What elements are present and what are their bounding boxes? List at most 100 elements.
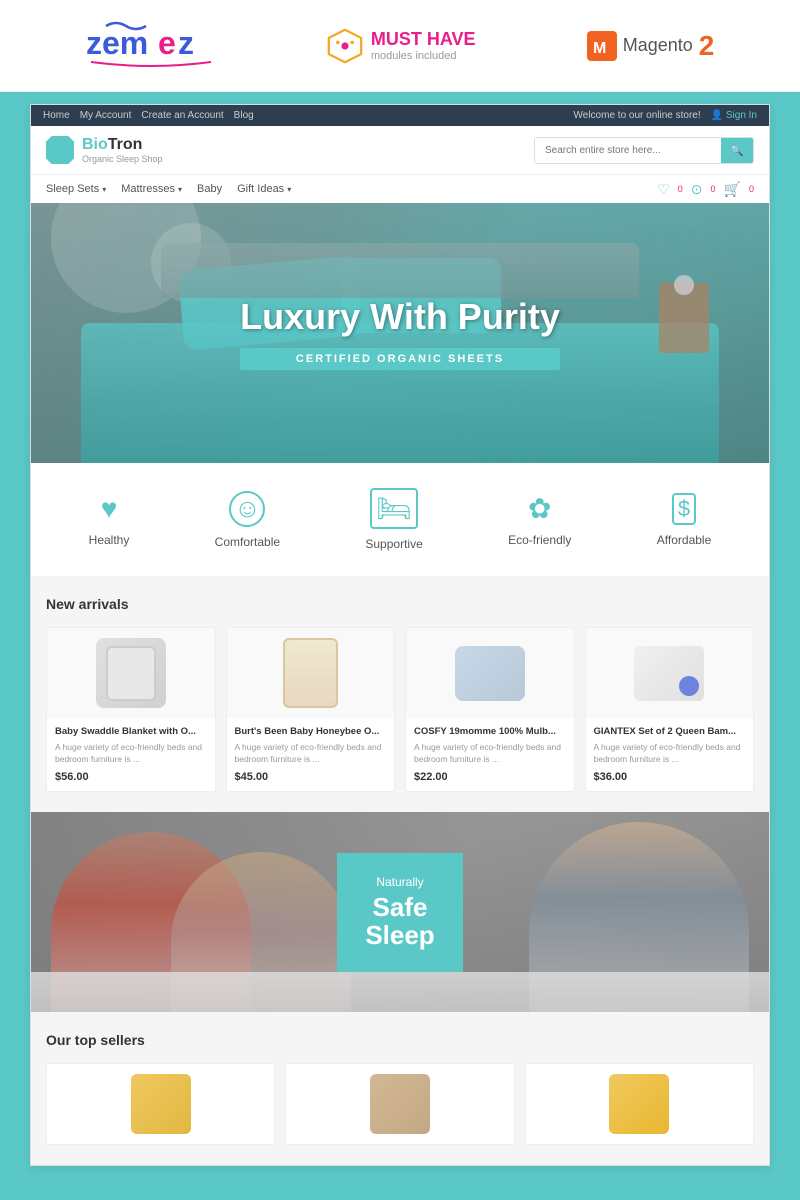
product-img-2	[227, 628, 395, 718]
mattress-surface	[31, 972, 769, 1012]
product-price-1: $56.00	[55, 771, 207, 783]
feature-supportive: 🛏 Supportive	[365, 488, 422, 551]
feature-eco-label: Eco-friendly	[508, 533, 571, 547]
new-arrivals-title: New arrivals	[46, 596, 754, 612]
product-img-placeholder-1	[96, 638, 166, 708]
product-price-4: $36.00	[594, 771, 746, 783]
zemes-logo: zem e z	[86, 18, 216, 73]
hero-content: Luxury With Purity CERTIFIED ORGANIC SHE…	[240, 296, 560, 370]
user-icon: 👤	[711, 110, 723, 121]
magento-icon: M	[587, 31, 617, 61]
nav-home[interactable]: Home	[43, 110, 70, 121]
nav-my-account[interactable]: My Account	[80, 110, 132, 121]
hero-subtitle: CERTIFIED ORGANIC SHEETS	[240, 348, 560, 370]
wishlist-icon[interactable]: ♡	[657, 181, 670, 198]
nav-baby[interactable]: Baby	[197, 175, 222, 203]
compare-icon[interactable]: ⊙	[691, 181, 703, 198]
cart-icon[interactable]: 🛒	[724, 181, 741, 198]
new-arrivals-section: New arrivals Baby Swaddle Blanket with O…	[31, 576, 769, 812]
seller-card-1	[46, 1063, 275, 1145]
seller-img-1	[47, 1064, 274, 1144]
safe-sleep-title: Safe Sleep	[365, 893, 434, 950]
feature-healthy: ♥ Healthy	[89, 493, 130, 547]
chevron-down-icon: ▾	[102, 185, 106, 194]
feature-comfortable-label: Comfortable	[215, 535, 280, 549]
seller-img-placeholder-3	[609, 1074, 669, 1134]
healthy-icon: ♥	[101, 493, 118, 525]
product-desc-2: A huge variety of eco-friendly beds and …	[235, 742, 387, 766]
main-nav: Sleep Sets ▾ Mattresses ▾ Baby Gift Idea…	[31, 174, 769, 203]
feature-affordable: $ Affordable	[657, 493, 712, 547]
product-img-placeholder-4	[634, 646, 704, 701]
must-label: MUST HAVE	[371, 29, 476, 49]
supportive-icon: 🛏	[370, 488, 418, 529]
nav-create-account[interactable]: Create an Account	[141, 110, 223, 121]
product-img-placeholder-3	[455, 646, 525, 701]
top-sellers-grid	[46, 1063, 754, 1145]
seller-img-2	[286, 1064, 513, 1144]
seller-card-2	[285, 1063, 514, 1145]
site-header: BioTron Organic Sleep Shop 🔍	[31, 126, 769, 174]
sign-in-link[interactable]: 👤 Sign In	[711, 110, 757, 121]
feature-supportive-label: Supportive	[365, 537, 422, 551]
svg-text:e: e	[158, 25, 176, 61]
nav-blog[interactable]: Blog	[234, 110, 254, 121]
feature-comfortable: ☺ Comfortable	[215, 491, 280, 549]
naturally-text: Naturally	[365, 875, 434, 889]
chevron-down-icon: ▾	[287, 185, 291, 194]
product-name-2: Burt's Been Baby Honeybee O...	[235, 726, 387, 738]
product-card-2: Burt's Been Baby Honeybee O... A huge va…	[226, 627, 396, 792]
product-name-4: GIANTEX Set of 2 Queen Bam...	[594, 726, 746, 738]
search-bar: 🔍	[534, 137, 754, 164]
hero-title: Luxury With Purity	[240, 296, 560, 338]
seller-card-3	[525, 1063, 754, 1145]
nav-mattresses[interactable]: Mattresses ▾	[121, 175, 182, 203]
feature-affordable-label: Affordable	[657, 533, 712, 547]
products-grid: Baby Swaddle Blanket with O... A huge va…	[46, 627, 754, 792]
search-input[interactable]	[535, 139, 721, 162]
product-desc-1: A huge variety of eco-friendly beds and …	[55, 742, 207, 766]
hero-section: Luxury With Purity CERTIFIED ORGANIC SHE…	[31, 203, 769, 463]
nav-sleep-sets[interactable]: Sleep Sets ▾	[46, 175, 106, 203]
must-have-logo: MUST HAVE modules included	[327, 28, 476, 64]
product-img-4	[586, 628, 754, 718]
chevron-down-icon: ▾	[178, 185, 182, 194]
logo-tron: Tron	[108, 136, 143, 153]
magento-logo: M Magento 2	[587, 30, 715, 62]
headboard	[161, 243, 639, 298]
product-price-2: $45.00	[235, 771, 387, 783]
safe-sleep-box: Naturally Safe Sleep	[337, 853, 462, 972]
top-nav-links: Home My Account Create an Account Blog	[43, 110, 254, 121]
site-logo: BioTron Organic Sleep Shop	[46, 136, 163, 164]
product-name-1: Baby Swaddle Blanket with O...	[55, 726, 207, 738]
product-desc-3: A huge variety of eco-friendly beds and …	[414, 742, 566, 766]
feature-healthy-label: Healthy	[89, 533, 130, 547]
product-img-1	[47, 628, 215, 718]
eco-friendly-icon: ✿	[528, 492, 551, 525]
top-sellers-title: Our top sellers	[46, 1032, 754, 1048]
product-name-3: COSFY 19momme 100% Mulb...	[414, 726, 566, 738]
magento-text: Magento	[623, 35, 693, 56]
safe-sleep-banner: Naturally Safe Sleep	[31, 812, 769, 1012]
product-desc-4: A huge variety of eco-friendly beds and …	[594, 742, 746, 766]
feature-eco-friendly: ✿ Eco-friendly	[508, 492, 571, 547]
svg-text:z: z	[178, 25, 194, 61]
must-have-icon	[327, 28, 363, 64]
product-card-3: COSFY 19momme 100% Mulb... A huge variet…	[405, 627, 575, 792]
svg-text:zem: zem	[86, 25, 148, 61]
clock	[674, 275, 694, 295]
branding-bar: zem e z MUST HAVE modules included M M	[0, 0, 800, 92]
comfortable-icon: ☺	[229, 491, 265, 527]
seller-img-placeholder-1	[131, 1074, 191, 1134]
product-img-3	[406, 628, 574, 718]
seller-img-placeholder-2	[370, 1074, 430, 1134]
svg-text:M: M	[593, 40, 606, 57]
seller-img-3	[526, 1064, 753, 1144]
logo-bio: Bio	[82, 136, 108, 153]
features-strip: ♥ Healthy ☺ Comfortable 🛏 Supportive ✿ E…	[31, 463, 769, 576]
product-card-1: Baby Swaddle Blanket with O... A huge va…	[46, 627, 216, 792]
logo-icon	[46, 136, 74, 164]
main-nav-links: Sleep Sets ▾ Mattresses ▾ Baby Gift Idea…	[46, 175, 291, 203]
nav-gift-ideas[interactable]: Gift Ideas ▾	[237, 175, 291, 203]
search-button[interactable]: 🔍	[721, 138, 753, 163]
